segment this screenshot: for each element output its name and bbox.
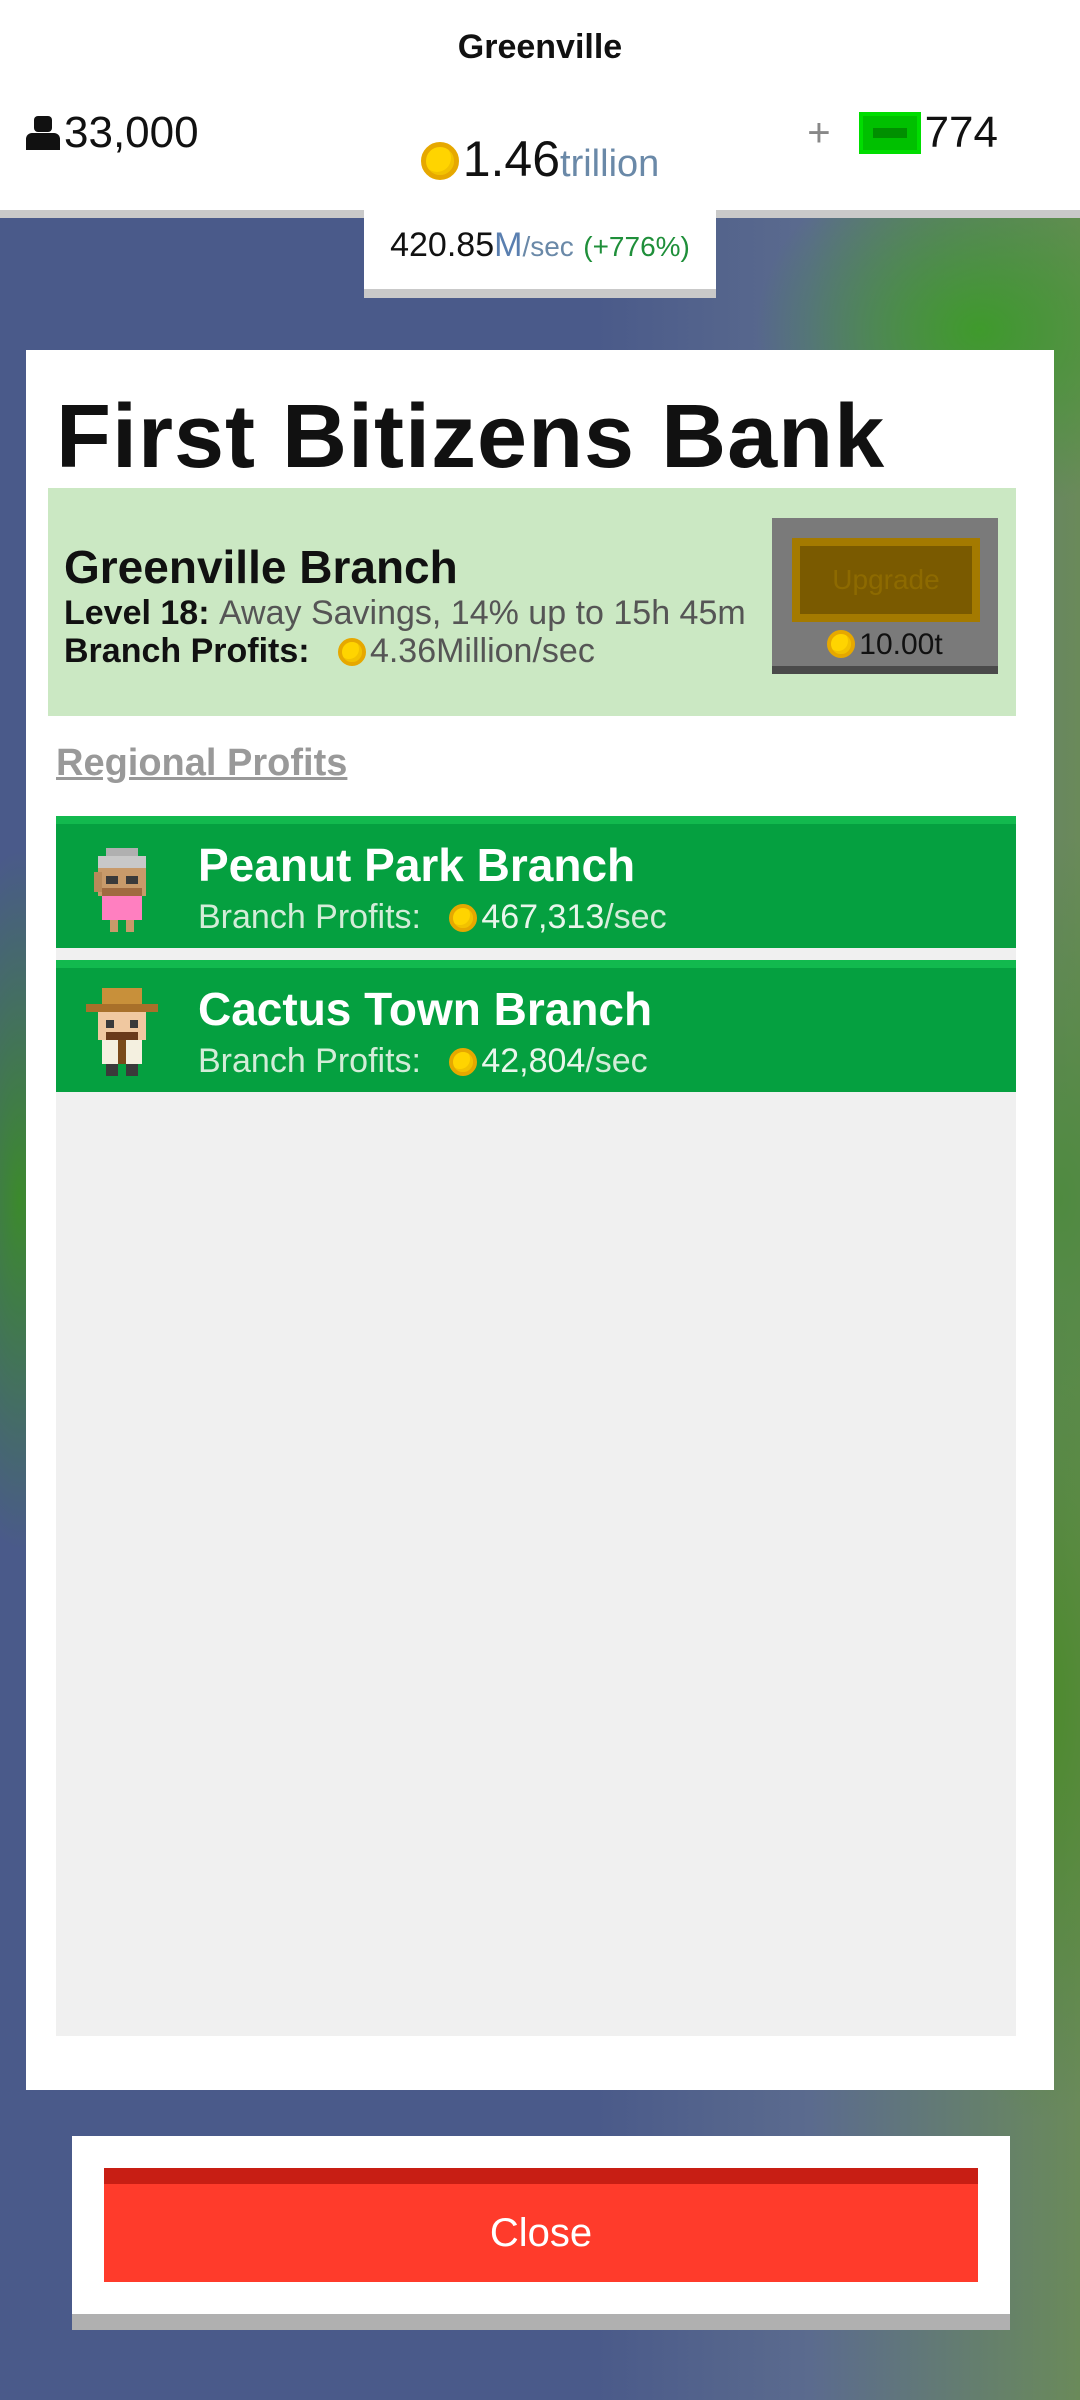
branch-row-peanut-park[interactable]: Peanut Park Branch Branch Profits: 467,3… bbox=[56, 816, 1016, 948]
branch-name: Cactus Town Branch bbox=[198, 983, 653, 1035]
upgrade-cost: 10.00t bbox=[772, 628, 998, 662]
coin-icon bbox=[449, 904, 478, 932]
bank-panel: First Bitizens Bank Greenville Branch Le… bbox=[26, 350, 1054, 2090]
profit-value: 4.36Million/sec bbox=[369, 632, 595, 670]
upgrade-panel: Upgrade 10.00t bbox=[772, 518, 998, 674]
level-description: Away Savings, 14% up to 15h 45m bbox=[218, 594, 746, 632]
level-label: Level 18: bbox=[64, 594, 210, 632]
coin-icon bbox=[420, 142, 459, 180]
branch-profit-label: Branch Profits: bbox=[198, 898, 421, 936]
income-rate-tab: 420.85M/sec (+776%) bbox=[364, 210, 716, 298]
rate-change: (+776%) bbox=[583, 231, 690, 262]
rate-value: 420.85 bbox=[390, 226, 495, 264]
panel-title: First Bitizens Bank bbox=[56, 387, 886, 487]
coin-icon bbox=[449, 1048, 478, 1076]
gems-counter[interactable]: + 774 bbox=[807, 108, 998, 158]
top-status-bar: Greenville 33,000 1.46trillion + 774 bbox=[0, 0, 1080, 218]
gems-value: 774 bbox=[924, 108, 998, 157]
close-container: Close bbox=[72, 2136, 1010, 2330]
branch-profits: Branch Profits: 467,313/sec bbox=[198, 898, 667, 937]
branch-list: Peanut Park Branch Branch Profits: 467,3… bbox=[56, 816, 1016, 2036]
close-button[interactable]: Close bbox=[104, 2168, 978, 2282]
upgrade-cost-value: 10.00t bbox=[859, 628, 943, 661]
rate-unit: /sec bbox=[522, 231, 574, 262]
coin-icon bbox=[337, 638, 366, 666]
city-name: Greenville bbox=[457, 28, 623, 66]
avatar-cowboy-icon bbox=[86, 988, 158, 1076]
branch-profit-unit: /sec bbox=[585, 1042, 648, 1080]
branch-profit-value: 467,313 bbox=[481, 898, 605, 936]
branch-profit-unit: /sec bbox=[604, 898, 667, 936]
home-branch-level: Level 18: Away Savings, 14% up to 15h 45… bbox=[64, 594, 746, 633]
regional-profits-link[interactable]: Regional Profits bbox=[56, 742, 347, 785]
rate-suffix: M bbox=[494, 226, 523, 264]
home-branch-name: Greenville Branch bbox=[64, 541, 458, 593]
upgrade-button[interactable]: Upgrade bbox=[792, 538, 980, 622]
gem-icon bbox=[858, 112, 921, 154]
branch-profits: Branch Profits: 42,804/sec bbox=[198, 1042, 648, 1081]
coin-icon bbox=[827, 630, 856, 658]
branch-profit-value: 42,804 bbox=[481, 1042, 586, 1080]
branch-name: Peanut Park Branch bbox=[198, 839, 636, 891]
home-branch-profits: Branch Profits: 4.36Million/sec bbox=[64, 632, 595, 671]
coin-total-unit: trillion bbox=[560, 143, 660, 185]
branch-row-cactus-town[interactable]: Cactus Town Branch Branch Profits: 42,80… bbox=[56, 960, 1016, 1092]
avatar-grandma-icon bbox=[94, 848, 146, 932]
coin-total-value: 1.46 bbox=[462, 131, 561, 187]
branch-profit-label: Branch Profits: bbox=[198, 1042, 421, 1080]
home-branch-card: Greenville Branch Level 18: Away Savings… bbox=[48, 488, 1016, 716]
add-gems-button[interactable]: + bbox=[807, 111, 830, 156]
profit-label: Branch Profits: bbox=[64, 632, 310, 670]
